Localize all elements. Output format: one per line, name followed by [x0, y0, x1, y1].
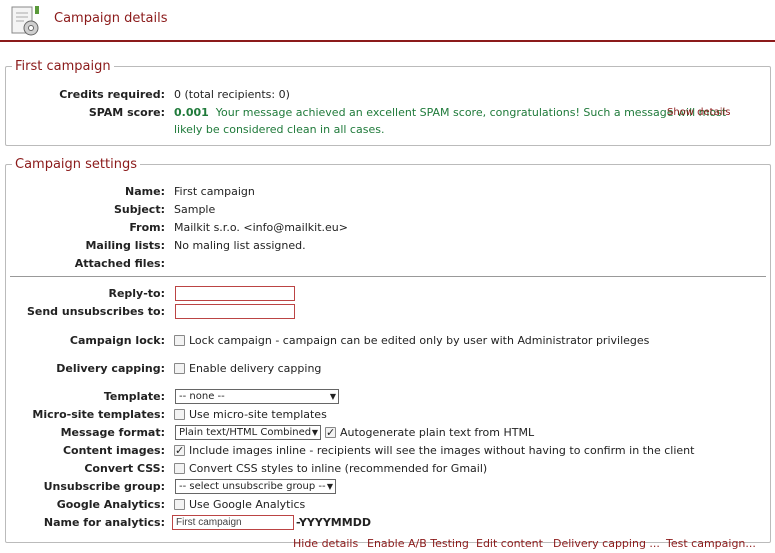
campaign-gear-icon: [11, 6, 39, 36]
test-campaign-link[interactable]: Test campaign...: [666, 536, 756, 551]
message-format-select[interactable]: Plain text/HTML Combined ▼: [175, 425, 321, 440]
unsubscribe-group-selected: -- select unsubscribe group --: [179, 481, 326, 492]
delivery-capping-link[interactable]: Delivery capping ...: [553, 536, 660, 551]
spam-score: 0.001: [174, 106, 209, 119]
spam-label: SPAM score:: [88, 106, 165, 119]
spam-message: Your message achieved an excellent SPAM …: [215, 106, 727, 119]
template-selected: -- none --: [179, 391, 225, 402]
delivery-capping-text: Enable delivery capping: [189, 362, 322, 375]
send-unsubscribes-label: Send unsubscribes to:: [26, 305, 165, 318]
autogenerate-checkbox[interactable]: [325, 424, 336, 441]
reply-to-input[interactable]: [175, 286, 295, 301]
delivery-capping-label: Delivery capping:: [56, 362, 165, 375]
edit-content-link[interactable]: Edit content: [476, 536, 543, 551]
action-links: Hide details Enable A/B Testing Edit con…: [0, 536, 775, 551]
name-value: First campaign: [174, 185, 255, 198]
message-format-label: Message format:: [60, 426, 165, 439]
convert-css-text: Convert CSS styles to inline (recommende…: [189, 462, 488, 475]
mailing-lists-value: No maling list assigned.: [174, 239, 306, 252]
credits-label: Credits required:: [59, 88, 165, 101]
dropdown-arrow-icon: ▼: [326, 482, 333, 491]
analytics-name-label: Name for analytics:: [43, 516, 165, 529]
mailing-lists-label: Mailing lists:: [85, 239, 165, 252]
send-unsubscribes-input[interactable]: [175, 304, 295, 319]
google-analytics-text: Use Google Analytics: [189, 498, 306, 511]
subject-label: Subject:: [113, 203, 165, 216]
spam-result: 0.001 Your message achieved an excellent…: [174, 104, 726, 121]
content-images-checkbox[interactable]: [174, 442, 185, 459]
unsubscribe-group-select[interactable]: -- select unsubscribe group -- ▼: [175, 479, 336, 494]
name-label: Name:: [125, 185, 165, 198]
campaign-lock-checkbox[interactable]: [174, 335, 185, 346]
page-header: Campaign details: [0, 0, 775, 42]
attached-files-label: Attached files:: [74, 257, 165, 270]
subject-value: Sample: [174, 203, 216, 216]
template-select[interactable]: -- none -- ▼: [175, 389, 339, 404]
content-images-text: Include images inline - recipients will …: [189, 444, 695, 457]
content-images-label: Content images:: [62, 444, 165, 457]
section-divider: [10, 276, 766, 277]
dropdown-arrow-icon: ▼: [329, 392, 336, 401]
micro-site-checkbox[interactable]: [174, 409, 185, 420]
hide-details-link[interactable]: Hide details: [293, 536, 358, 551]
micro-site-text: Use micro-site templates: [189, 408, 327, 421]
template-label: Template:: [103, 390, 165, 403]
from-label: From:: [129, 221, 165, 234]
delivery-capping-checkbox[interactable]: [174, 363, 185, 374]
summary-legend: First campaign: [15, 59, 111, 74]
credits-value: 0 (total recipients: 0): [174, 88, 290, 101]
unsubscribe-group-label: Unsubscribe group:: [43, 480, 165, 493]
dropdown-arrow-icon: ▼: [311, 428, 318, 437]
autogenerate-text: Autogenerate plain text from HTML: [340, 426, 535, 439]
micro-site-label: Micro-site templates:: [32, 408, 165, 421]
convert-css-label: Convert CSS:: [84, 462, 165, 475]
message-format-selected: Plain text/HTML Combined: [179, 427, 312, 438]
page-title: Campaign details: [54, 11, 168, 26]
analytics-suffix: -YYYYMMDD: [296, 516, 371, 529]
reply-to-label: Reply-to:: [108, 287, 165, 300]
show-details-link[interactable]: Show details: [667, 104, 730, 121]
convert-css-checkbox[interactable]: [174, 463, 185, 474]
google-analytics-label: Google Analytics:: [56, 498, 165, 511]
google-analytics-checkbox[interactable]: [174, 499, 185, 510]
campaign-lock-label: Campaign lock:: [69, 334, 165, 347]
ab-testing-link[interactable]: Enable A/B Testing: [367, 536, 469, 551]
from-value: Mailkit s.r.o. <info@mailkit.eu>: [174, 221, 348, 234]
settings-legend: Campaign settings: [15, 157, 138, 172]
campaign-lock-text: Lock campaign - campaign can be edited o…: [189, 334, 650, 347]
spam-message-cont: likely be considered clean in all cases.: [174, 123, 385, 136]
analytics-name-input[interactable]: [172, 515, 294, 530]
